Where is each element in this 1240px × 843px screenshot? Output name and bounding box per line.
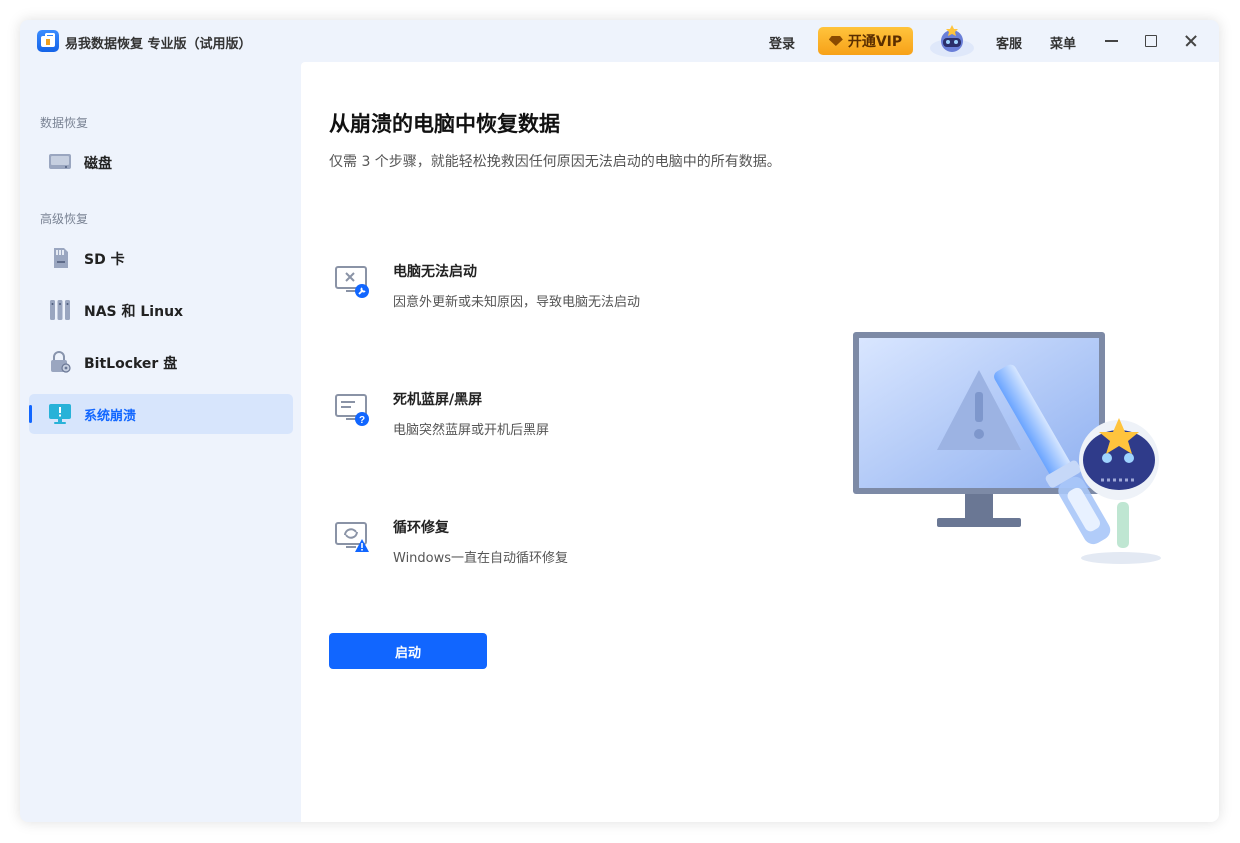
main-content: 从崩溃的电脑中恢复数据 仅需 3 个步骤，就能轻松挽救因任何原因无法启动的电脑中…	[301, 62, 1219, 822]
option-title: 电脑无法启动	[393, 261, 477, 281]
app-logo-icon	[37, 30, 59, 52]
sidebar-item-bitlocker[interactable]: BitLocker 盘	[29, 342, 293, 382]
nas-icon	[49, 299, 71, 321]
sidebar-item-system-crash[interactable]: 系统崩溃	[29, 394, 293, 434]
vip-button[interactable]: 开通VIP	[818, 27, 913, 55]
crashed-monitor-illustration	[849, 330, 1179, 575]
sidebar-item-sd-card[interactable]: SD 卡	[29, 238, 293, 278]
section-label-data-recovery: 数据恢复	[40, 114, 88, 131]
vip-button-label: 开通VIP	[848, 31, 902, 51]
login-link[interactable]: 登录	[769, 33, 795, 52]
start-button[interactable]: 启动	[329, 633, 487, 669]
svg-text:?: ?	[359, 415, 365, 426]
sidebar-item-label: BitLocker 盘	[84, 353, 177, 373]
bitlocker-icon	[49, 351, 71, 373]
app-window: 易我数据恢复 专业版（试用版） 登录 开通VIP 客服 菜单 数据恢复	[20, 20, 1219, 822]
diamond-icon	[829, 36, 843, 46]
page-title: 从崩溃的电脑中恢复数据	[329, 108, 560, 138]
option-desc: 因意外更新或未知原因，导致电脑无法启动	[393, 291, 640, 310]
sidebar-item-label: NAS 和 Linux	[84, 301, 183, 321]
option-desc: 电脑突然蓝屏或开机后黑屏	[393, 419, 549, 438]
support-link[interactable]: 客服	[996, 33, 1022, 52]
menu-link[interactable]: 菜单	[1050, 33, 1076, 52]
system-crash-icon	[49, 403, 71, 425]
maximize-icon[interactable]	[1142, 32, 1160, 50]
sd-card-icon	[49, 247, 71, 269]
page-subtitle: 仅需 3 个步骤，就能轻松挽救因任何原因无法启动的电脑中的所有数据。	[329, 151, 781, 171]
app-title: 易我数据恢复 专业版（试用版）	[65, 33, 252, 52]
option-title: 死机蓝屏/黑屏	[393, 389, 482, 409]
repair-loop-icon	[335, 520, 371, 556]
sidebar-item-label: 系统崩溃	[84, 405, 136, 424]
pc-wont-boot-icon	[335, 264, 371, 300]
minimize-icon[interactable]	[1102, 32, 1120, 50]
sidebar-item-nas-linux[interactable]: NAS 和 Linux	[29, 290, 293, 330]
sidebar: 数据恢复 磁盘 高级恢复 SD 卡	[20, 62, 301, 822]
sidebar-item-disk[interactable]: 磁盘	[29, 142, 293, 182]
sidebar-item-label: SD 卡	[84, 249, 125, 269]
option-desc: Windows一直在自动循环修复	[393, 547, 568, 566]
option-pc-wont-boot: 电脑无法启动 因意外更新或未知原因，导致电脑无法启动	[329, 261, 749, 321]
option-title: 循环修复	[393, 517, 449, 537]
option-repair-loop: 循环修复 Windows一直在自动循环修复	[329, 517, 749, 577]
close-icon[interactable]	[1182, 32, 1200, 50]
title-bar: 易我数据恢复 专业版（试用版） 登录 开通VIP 客服 菜单	[20, 20, 1219, 62]
avatar[interactable]	[928, 24, 976, 58]
blue-screen-icon: ?	[335, 392, 371, 428]
sidebar-item-label: 磁盘	[84, 153, 112, 173]
option-blue-screen: ? 死机蓝屏/黑屏 电脑突然蓝屏或开机后黑屏	[329, 389, 749, 449]
disk-icon	[49, 151, 71, 173]
section-label-advanced-recovery: 高级恢复	[40, 210, 88, 227]
